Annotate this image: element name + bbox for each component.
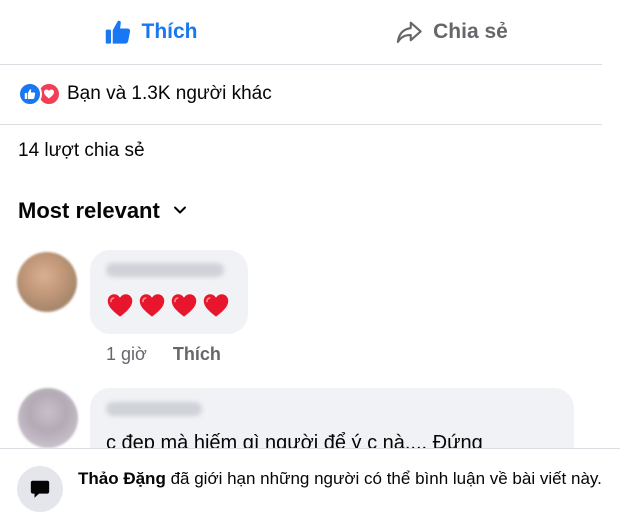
like-reaction-icon: [18, 82, 42, 106]
like-button-label: Thích: [141, 20, 198, 43]
comment-timestamp[interactable]: 1 giờ: [106, 344, 147, 365]
heart-emoji: [139, 294, 165, 317]
heart-emoji: [107, 294, 133, 317]
heart-emoji: [171, 294, 197, 317]
reactions-count-text: Bạn và 1.3K người khác: [67, 83, 272, 104]
like-button[interactable]: Thích: [0, 0, 301, 64]
restriction-message: Thảo Đặng đã giới hạn những người có thể…: [78, 467, 608, 491]
blurred-commenter-name[interactable]: [106, 263, 224, 277]
blurred-commenter-name[interactable]: [106, 402, 202, 416]
reaction-icons: [18, 82, 61, 106]
comment-restriction-notice: Thảo Đặng đã giới hạn những người có thể…: [0, 448, 620, 527]
reactions-summary[interactable]: Bạn và 1.3K người khác: [0, 64, 602, 125]
post-action-bar: Thích Chia sẻ: [0, 0, 602, 65]
restriction-author[interactable]: Thảo Đặng: [78, 469, 166, 488]
share-arrow-icon: [395, 18, 423, 46]
comment-like-button[interactable]: Thích: [173, 344, 221, 365]
share-button[interactable]: Chia sẻ: [301, 0, 602, 64]
restriction-body: đã giới hạn những người có thể bình luận…: [170, 469, 602, 488]
commenter-avatar[interactable]: [17, 252, 77, 312]
chevron-down-icon: [172, 198, 188, 224]
comment-sort-dropdown[interactable]: Most relevant: [18, 198, 188, 224]
shares-count[interactable]: 14 lượt chia sẻ: [18, 140, 145, 162]
commenter-avatar[interactable]: [18, 388, 78, 448]
share-button-label: Chia sẻ: [433, 20, 508, 43]
comment-meta: 1 giờ Thích: [106, 344, 221, 365]
heart-emoji: [203, 294, 229, 317]
comment-bubble-icon: [17, 466, 63, 512]
sort-label: Most relevant: [18, 198, 160, 223]
thumbs-up-icon: [104, 18, 132, 46]
comment-bubble: [90, 250, 248, 334]
comment-content: [106, 292, 230, 318]
